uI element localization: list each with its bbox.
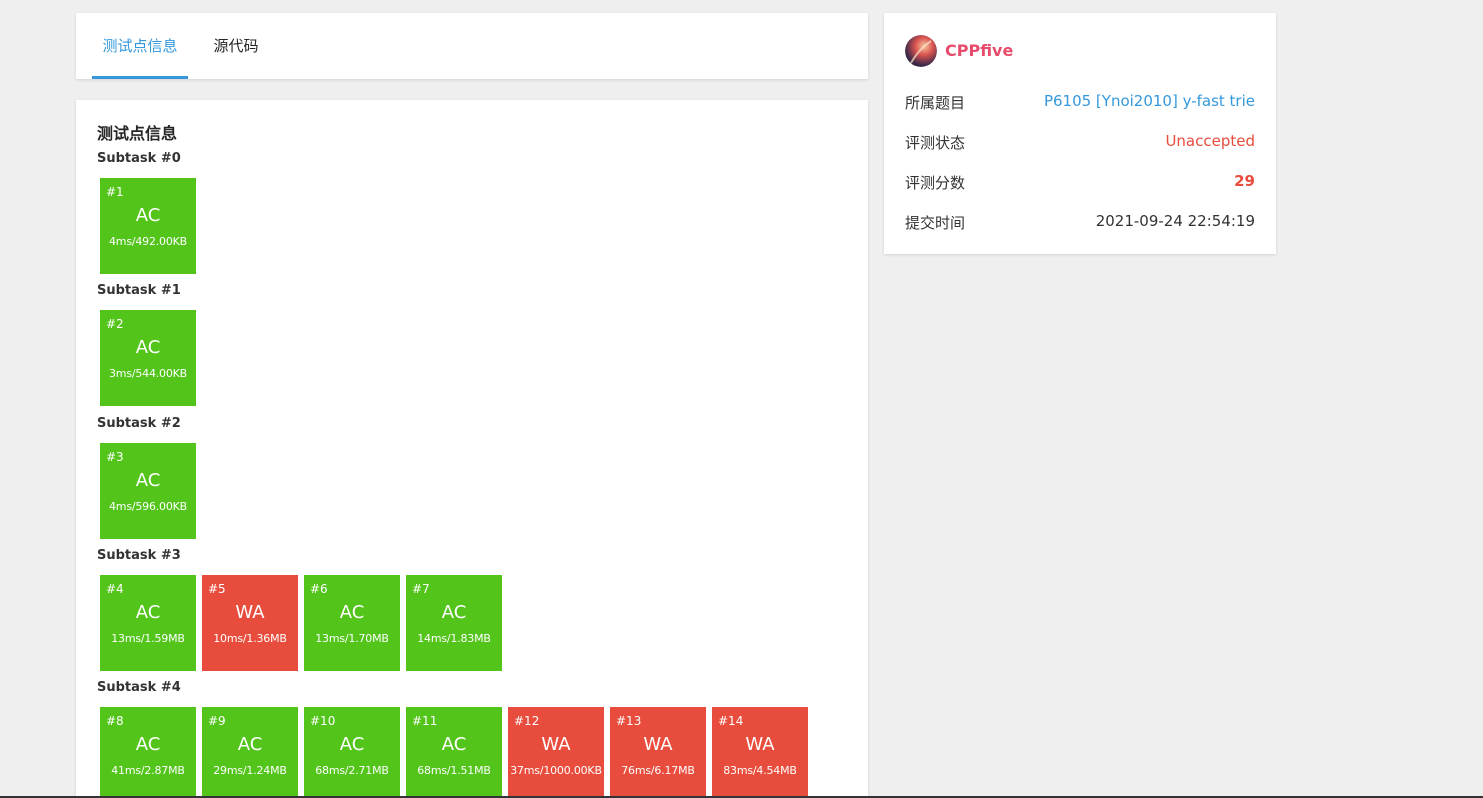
- submit-time-value: 2021-09-24 22:54:19: [1095, 212, 1255, 230]
- case-status: AC: [135, 205, 161, 226]
- case-time-memory: 68ms/2.71MB: [315, 764, 389, 777]
- case-time-memory: 68ms/1.51MB: [417, 764, 491, 777]
- case-number: #5: [208, 582, 226, 596]
- case-time-memory: 13ms/1.70MB: [315, 632, 389, 645]
- case-row: #1 AC 4ms/492.00KB: [100, 178, 196, 274]
- info-row-status: 评测状态 Unaccepted: [905, 132, 1255, 156]
- case-status: AC: [135, 470, 161, 491]
- case-status: AC: [339, 734, 365, 755]
- test-case[interactable]: #14 WA 83ms/4.54MB: [712, 707, 808, 798]
- subtask-title: Subtask #0: [97, 151, 181, 166]
- case-time-memory: 10ms/1.36MB: [213, 632, 287, 645]
- case-time-memory: 41ms/2.87MB: [111, 764, 185, 777]
- test-case[interactable]: #1 AC 4ms/492.00KB: [100, 178, 196, 274]
- case-number: #14: [718, 714, 744, 728]
- section-title: 测试点信息: [97, 124, 178, 143]
- case-number: #4: [106, 582, 124, 596]
- test-case[interactable]: #11 AC 68ms/1.51MB: [406, 707, 502, 798]
- case-row: #3 AC 4ms/596.00KB: [100, 443, 196, 539]
- case-time-memory: 4ms/596.00KB: [109, 500, 187, 513]
- case-status: AC: [339, 602, 365, 623]
- case-number: #10: [310, 714, 336, 728]
- case-number: #9: [208, 714, 226, 728]
- case-number: #6: [310, 582, 328, 596]
- score-label: 评测分数: [905, 174, 966, 192]
- case-time-memory: 3ms/544.00KB: [109, 367, 187, 380]
- test-case[interactable]: #3 AC 4ms/596.00KB: [100, 443, 196, 539]
- test-case[interactable]: #12 WA 37ms/1000.00KB: [508, 707, 604, 798]
- test-case[interactable]: #5 WA 10ms/1.36MB: [202, 575, 298, 671]
- case-time-memory: 83ms/4.54MB: [723, 764, 797, 777]
- test-case[interactable]: #2 AC 3ms/544.00KB: [100, 310, 196, 406]
- case-time-memory: 37ms/1000.00KB: [510, 764, 602, 777]
- test-case[interactable]: #9 AC 29ms/1.24MB: [202, 707, 298, 798]
- avatar[interactable]: [905, 35, 937, 67]
- case-row: #8 AC 41ms/2.87MB #9 AC 29ms/1.24MB #10 …: [100, 707, 808, 798]
- case-status: AC: [135, 602, 161, 623]
- page: 测试点信息 源代码 测试点信息 Subtask #0 #1 AC 4ms/492…: [0, 0, 1483, 798]
- test-case[interactable]: #10 AC 68ms/2.71MB: [304, 707, 400, 798]
- problem-link[interactable]: P6105 [Ynoi2010] y-fast trie: [1044, 92, 1255, 110]
- case-number: #12: [514, 714, 540, 728]
- case-status: AC: [237, 734, 263, 755]
- test-case[interactable]: #13 WA 76ms/6.17MB: [610, 707, 706, 798]
- case-number: #2: [106, 317, 124, 331]
- test-case[interactable]: #6 AC 13ms/1.70MB: [304, 575, 400, 671]
- case-status: WA: [235, 602, 265, 623]
- case-number: #8: [106, 714, 124, 728]
- test-case[interactable]: #7 AC 14ms/1.83MB: [406, 575, 502, 671]
- case-status: AC: [441, 734, 467, 755]
- info-row-submit-time: 提交时间 2021-09-24 22:54:19: [905, 212, 1255, 236]
- subtask-title: Subtask #2: [97, 416, 181, 431]
- tab-bar: 测试点信息 源代码: [76, 13, 868, 79]
- case-status: WA: [541, 734, 571, 755]
- username-link[interactable]: CPPfive: [945, 41, 1013, 60]
- tab-source-code[interactable]: 源代码: [204, 13, 268, 79]
- case-number: #3: [106, 450, 124, 464]
- case-time-memory: 13ms/1.59MB: [111, 632, 185, 645]
- case-time-memory: 29ms/1.24MB: [213, 764, 287, 777]
- case-number: #11: [412, 714, 438, 728]
- submit-time-label: 提交时间: [905, 214, 966, 232]
- case-row: #2 AC 3ms/544.00KB: [100, 310, 196, 406]
- info-row-score: 评测分数 29: [905, 172, 1255, 196]
- test-case[interactable]: #8 AC 41ms/2.87MB: [100, 707, 196, 798]
- status-value: Unaccepted: [1165, 132, 1255, 150]
- subtask-title: Subtask #4: [97, 680, 181, 695]
- status-label: 评测状态: [905, 134, 966, 152]
- case-row: #4 AC 13ms/1.59MB #5 WA 10ms/1.36MB #6 A…: [100, 575, 502, 671]
- score-value: 29: [1234, 172, 1255, 190]
- subtask-title: Subtask #1: [97, 283, 181, 298]
- case-time-memory: 14ms/1.83MB: [417, 632, 491, 645]
- test-case[interactable]: #4 AC 13ms/1.59MB: [100, 575, 196, 671]
- case-number: #1: [106, 185, 124, 199]
- case-time-memory: 76ms/6.17MB: [621, 764, 695, 777]
- submission-info-panel: CPPfive 所属题目 P6105 [Ynoi2010] y-fast tri…: [884, 13, 1276, 254]
- case-status: WA: [745, 734, 775, 755]
- case-status: AC: [135, 734, 161, 755]
- case-status: AC: [135, 337, 161, 358]
- case-status: AC: [441, 602, 467, 623]
- case-number: #7: [412, 582, 430, 596]
- case-status: WA: [643, 734, 673, 755]
- subtask-title: Subtask #3: [97, 548, 181, 563]
- case-number: #13: [616, 714, 642, 728]
- case-time-memory: 4ms/492.00KB: [109, 235, 187, 248]
- tab-test-case-info[interactable]: 测试点信息: [92, 13, 188, 79]
- problem-label: 所属题目: [905, 94, 966, 112]
- info-row-problem: 所属题目 P6105 [Ynoi2010] y-fast trie: [905, 92, 1255, 116]
- test-case-panel: 测试点信息 Subtask #0 #1 AC 4ms/492.00KB Subt…: [76, 100, 868, 798]
